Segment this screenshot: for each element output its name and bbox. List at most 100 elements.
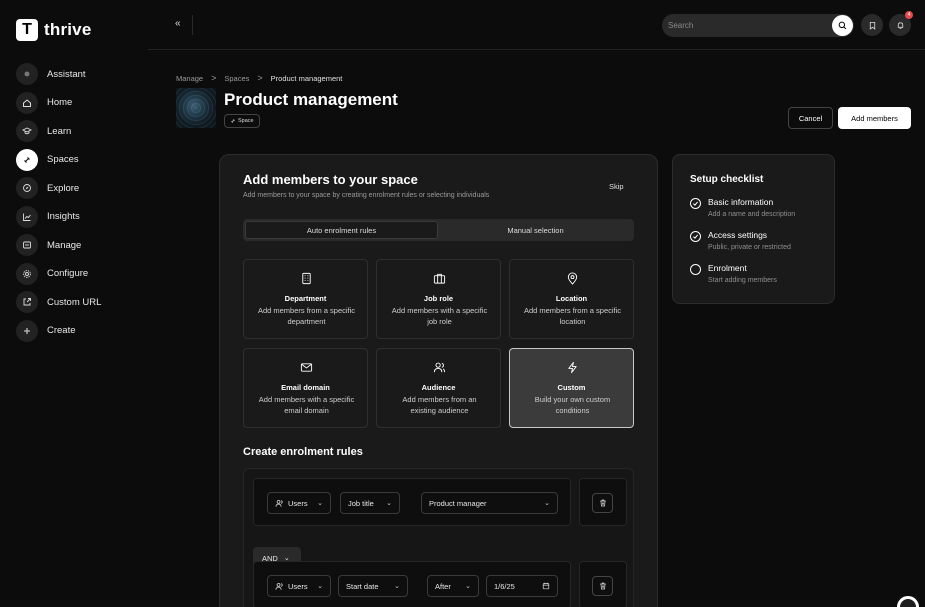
search-bar bbox=[662, 14, 854, 37]
option-title: Job role bbox=[423, 294, 454, 303]
tab-auto-enrolment-rules[interactable]: Auto enrolment rules bbox=[245, 221, 438, 239]
card-subtitle: Add members to your space by creating en… bbox=[243, 192, 490, 199]
checklist-item-name: Basic information bbox=[708, 197, 774, 207]
spaces-icon bbox=[16, 148, 38, 171]
sidebar-item-label: Explore bbox=[47, 182, 80, 194]
search-button[interactable] bbox=[832, 15, 853, 36]
notification-badge: 4 bbox=[905, 11, 913, 19]
sidebar-item-manage[interactable]: Manage bbox=[16, 234, 101, 256]
sidebar-item-label: Manage bbox=[47, 239, 82, 251]
rule-value-select[interactable]: Product manager ⌄ bbox=[421, 492, 558, 514]
sidebar-item-create[interactable]: Create bbox=[16, 319, 101, 342]
spaces-icon bbox=[231, 119, 235, 123]
empty-circle-icon bbox=[690, 264, 701, 275]
option-email-domain[interactable]: Email domain Add members with a specific… bbox=[243, 348, 368, 428]
building-icon bbox=[302, 272, 311, 285]
checklist-item-desc: Start adding members bbox=[708, 277, 777, 284]
setup-checklist: Setup checklist Basic information Add a … bbox=[672, 154, 835, 304]
divider bbox=[192, 15, 193, 35]
option-description: Add members from a specific location bbox=[523, 306, 622, 326]
sidebar-item-spaces[interactable]: Spaces bbox=[16, 148, 101, 171]
checklist-item-desc: Public, private or restricted bbox=[708, 244, 791, 251]
select-value: Product manager bbox=[429, 498, 487, 508]
users-icon bbox=[275, 582, 283, 590]
sidebar-item-home[interactable]: Home bbox=[16, 91, 101, 114]
sidebar-item-label: Learn bbox=[47, 125, 72, 137]
option-title: Custom bbox=[557, 383, 586, 392]
rule-operator-select[interactable]: After ⌄ bbox=[427, 575, 479, 597]
option-description: Add members from an existing audience bbox=[402, 395, 477, 415]
notifications-button[interactable]: 4 bbox=[889, 11, 913, 36]
home-icon bbox=[16, 91, 38, 114]
sidebar-item-label: Create bbox=[47, 325, 76, 336]
card-title: Add members to your space bbox=[243, 172, 418, 187]
sidebar-item-configure[interactable]: Configure bbox=[16, 262, 101, 285]
skip-button[interactable]: Skip bbox=[609, 182, 624, 191]
sidebar-item-insights[interactable]: Insights bbox=[16, 205, 101, 228]
option-title: Department bbox=[284, 294, 327, 303]
sidebar-item-label: Assistant bbox=[47, 68, 86, 80]
breadcrumb-separator: > bbox=[257, 73, 263, 83]
trash-icon bbox=[599, 582, 606, 590]
add-members-card: Add members to your space Add members to… bbox=[219, 154, 658, 607]
tab-manual-selection[interactable]: Manual selection bbox=[439, 221, 632, 239]
option-department[interactable]: Department Add members from a specific d… bbox=[243, 259, 368, 339]
sidebar-item-label: Home bbox=[47, 97, 73, 108]
option-custom[interactable]: Custom Build your own custom conditions bbox=[509, 348, 634, 428]
rule-field-select[interactable]: Job title ⌄ bbox=[340, 492, 400, 514]
chevron-down-icon: ⌄ bbox=[317, 583, 323, 590]
breadcrumb-item-spaces[interactable]: Spaces bbox=[224, 74, 249, 83]
rule-delete-cell bbox=[579, 478, 627, 526]
add-members-button[interactable]: Add members bbox=[838, 107, 911, 129]
select-value: After bbox=[435, 581, 451, 591]
users-icon bbox=[275, 499, 283, 507]
option-description: Add members with a specific email domain bbox=[258, 395, 355, 415]
option-description: Add members from a specific department bbox=[257, 306, 356, 326]
select-value: Start date bbox=[346, 581, 379, 591]
rule-row: Users ⌄ Start date ⌄ After ⌄ 1/6/25 bbox=[253, 561, 571, 607]
delete-rule-button[interactable] bbox=[592, 576, 613, 596]
breadcrumb-item-manage[interactable]: Manage bbox=[176, 74, 203, 83]
logo[interactable]: T thrive bbox=[16, 19, 92, 41]
enrolment-tabs: Auto enrolment rules Manual selection bbox=[243, 219, 634, 241]
cancel-button[interactable]: Cancel bbox=[788, 107, 833, 129]
gear-icon bbox=[16, 262, 38, 285]
search-icon bbox=[838, 21, 847, 30]
chevron-down-icon: ⌄ bbox=[317, 500, 323, 507]
help-launcher-icon[interactable] bbox=[897, 596, 919, 607]
rule-subject-select[interactable]: Users ⌄ bbox=[267, 492, 331, 514]
external-link-icon bbox=[16, 291, 38, 313]
bookmarks-button[interactable] bbox=[861, 14, 883, 36]
check-circle-icon bbox=[690, 231, 701, 242]
collapse-sidebar-button[interactable]: « bbox=[175, 18, 181, 29]
delete-rule-button[interactable] bbox=[592, 493, 613, 513]
select-value: Users bbox=[288, 581, 308, 591]
bookmark-icon bbox=[869, 21, 875, 30]
rule-subject-select[interactable]: Users ⌄ bbox=[267, 575, 331, 597]
bell-icon bbox=[897, 21, 903, 29]
date-value: 1/6/25 bbox=[494, 581, 515, 591]
search-input[interactable] bbox=[668, 14, 828, 37]
sidebar-item-explore[interactable]: Explore bbox=[16, 177, 101, 199]
users-icon bbox=[433, 362, 446, 373]
option-audience[interactable]: Audience Add members from an existing au… bbox=[376, 348, 501, 428]
checklist-item-name: Enrolment bbox=[708, 263, 747, 273]
breadcrumb-separator: > bbox=[211, 73, 217, 83]
sidebar-item-learn[interactable]: Learn bbox=[16, 120, 101, 142]
sidebar-item-custom-url[interactable]: Custom URL bbox=[16, 291, 101, 313]
option-description: Build your own custom conditions bbox=[534, 395, 611, 415]
chevron-down-icon: ⌄ bbox=[465, 583, 471, 590]
compass-icon bbox=[16, 177, 38, 199]
space-chip-label: Space bbox=[238, 118, 254, 124]
briefcase-icon bbox=[433, 273, 446, 284]
space-thumbnail bbox=[176, 88, 216, 128]
space-type-chip: Space bbox=[224, 114, 260, 128]
chevron-down-icon: ⌄ bbox=[394, 583, 400, 590]
rule-date-input[interactable]: 1/6/25 bbox=[486, 575, 558, 597]
sidebar-nav: Assistant Home Learn Spaces Explore Insi… bbox=[16, 63, 101, 348]
option-location[interactable]: Location Add members from a specific loc… bbox=[509, 259, 634, 339]
rule-field-select[interactable]: Start date ⌄ bbox=[338, 575, 408, 597]
sidebar-item-assistant[interactable]: Assistant bbox=[16, 63, 101, 85]
option-job-role[interactable]: Job role Add members with a specific job… bbox=[376, 259, 501, 339]
option-title: Location bbox=[555, 294, 588, 303]
